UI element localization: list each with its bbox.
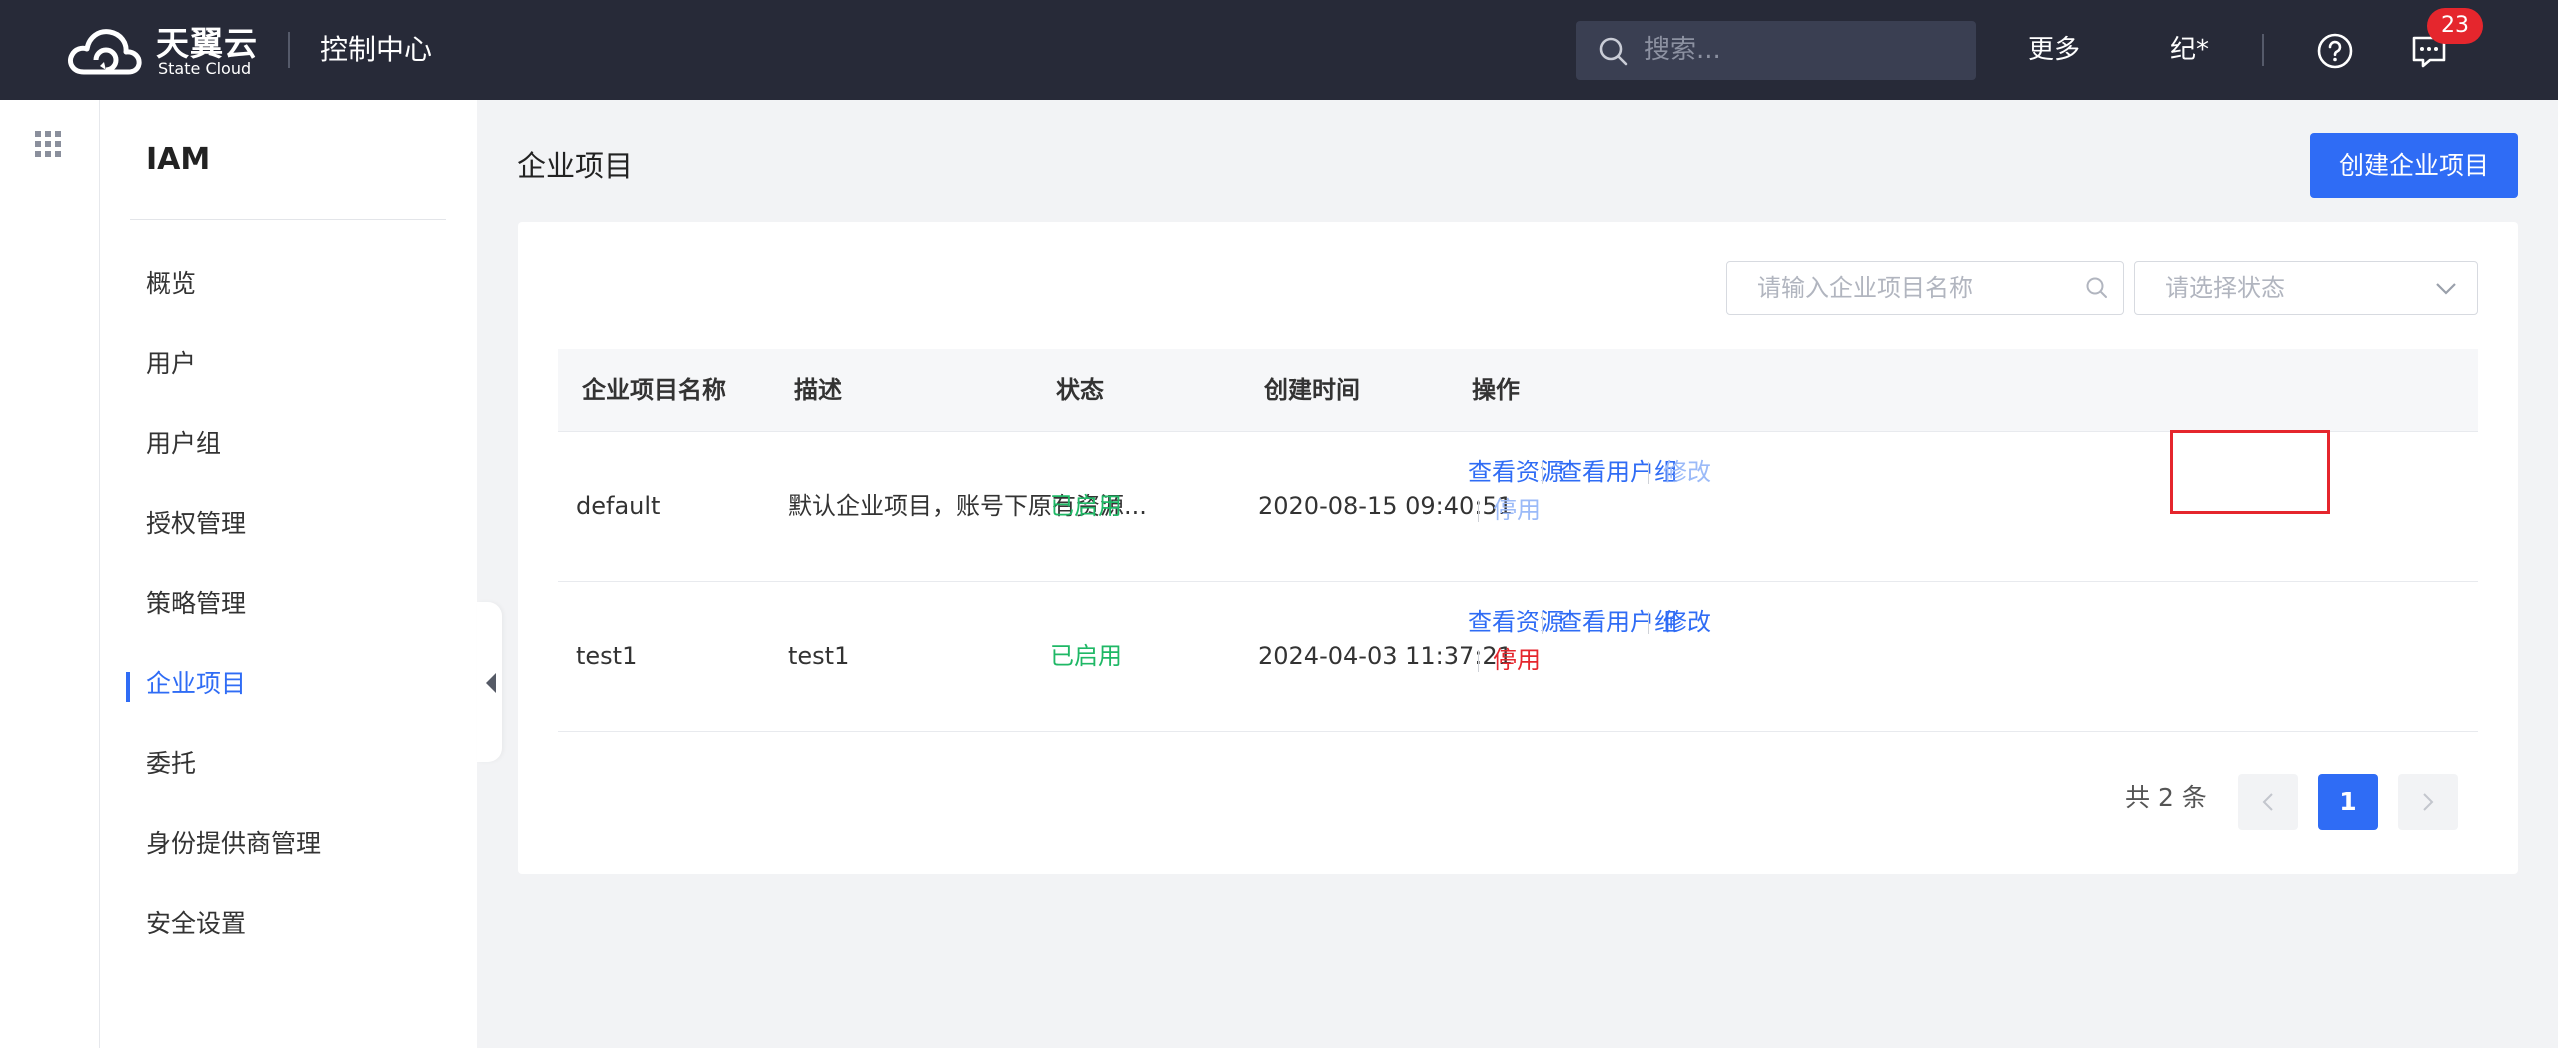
column-header-status: 状态 <box>1056 376 1104 404</box>
search-icon[interactable] <box>2085 276 2109 300</box>
table-row: default 默认企业项目，账号下原有资源... 已启用 2020-08-15… <box>558 432 2478 582</box>
sidebar-item-delegation[interactable]: 委托 <box>146 746 196 782</box>
console-title[interactable]: 控制中心 <box>320 30 432 70</box>
project-created-time: 2020-08-15 09:40:51 <box>1258 492 1513 520</box>
sidebar-item-identity-providers[interactable]: 身份提供商管理 <box>146 826 321 862</box>
status-filter-placeholder: 请选择状态 <box>2165 274 2285 302</box>
disable-link[interactable]: 停用 <box>1493 492 1541 528</box>
chevron-down-icon <box>2436 283 2456 295</box>
view-resources-link[interactable]: 查看资源 <box>1468 604 1564 640</box>
sidebar-item-users[interactable]: 用户 <box>146 346 196 382</box>
product-rail <box>0 100 100 1048</box>
enterprise-project-card: 请输入企业项目名称 请选择状态 企业项目名称 描述 状态 创建时间 操作 def… <box>518 222 2518 874</box>
column-header-actions: 操作 <box>1472 376 1520 404</box>
iam-sidebar: IAM 概览 用户 用户组 授权管理 策略管理 企业项目 委托 身份提供商管理 … <box>100 100 477 1048</box>
chevron-right-icon <box>2423 793 2434 811</box>
cloud-logo-icon[interactable] <box>66 24 156 80</box>
apps-grid-icon[interactable] <box>34 130 62 158</box>
pagination-total: 共 2 条 <box>2125 783 2207 812</box>
pagination-prev-button[interactable] <box>2238 774 2298 830</box>
column-header-description: 描述 <box>794 376 842 404</box>
project-name: default <box>576 492 661 520</box>
more-menu-button[interactable]: 更多 <box>2028 30 2080 70</box>
brand-english-name: State Cloud <box>158 59 252 78</box>
action-separator <box>1648 612 1649 634</box>
sidebar-divider <box>130 219 446 220</box>
project-name: test1 <box>576 642 638 670</box>
column-header-created-time: 创建时间 <box>1264 376 1360 404</box>
sidebar-item-authorization[interactable]: 授权管理 <box>146 506 246 542</box>
user-account-menu[interactable]: 纪* <box>2170 30 2209 70</box>
create-enterprise-project-button[interactable]: 创建企业项目 <box>2310 133 2518 198</box>
edit-link[interactable]: 修改 <box>1663 604 1711 640</box>
sidebar-active-indicator <box>126 672 130 702</box>
action-separator <box>1478 500 1479 522</box>
project-created-time: 2024-04-03 11:37:21 <box>1258 642 1513 670</box>
view-resources-link[interactable]: 查看资源 <box>1468 454 1564 490</box>
edit-link[interactable]: 修改 <box>1663 454 1711 490</box>
chevron-left-icon <box>2262 793 2273 811</box>
project-name-placeholder: 请输入企业项目名称 <box>1757 274 1973 302</box>
header-divider <box>288 32 290 68</box>
view-user-groups-link[interactable]: 查看用户组 <box>1558 604 1678 640</box>
project-name-search-input[interactable]: 请输入企业项目名称 <box>1726 261 2124 315</box>
pagination-page-button[interactable]: 1 <box>2318 774 2378 830</box>
table-header: 企业项目名称 描述 状态 创建时间 操作 <box>558 349 2478 432</box>
global-search-input[interactable]: 搜索... <box>1576 21 1976 80</box>
sidebar-item-enterprise-projects[interactable]: 企业项目 <box>146 666 246 702</box>
page-title: 企业项目 <box>517 149 634 183</box>
project-status: 已启用 <box>1050 642 1122 670</box>
header-divider <box>2262 34 2264 66</box>
search-placeholder: 搜索... <box>1644 35 1721 65</box>
help-icon[interactable] <box>2316 32 2354 70</box>
sidebar-item-security-settings[interactable]: 安全设置 <box>146 906 246 942</box>
sidebar-title: IAM <box>146 142 211 177</box>
view-user-groups-link[interactable]: 查看用户组 <box>1558 454 1678 490</box>
disable-link[interactable]: 停用 <box>1493 642 1541 678</box>
sidebar-item-user-groups[interactable]: 用户组 <box>146 426 221 462</box>
column-header-name: 企业项目名称 <box>582 376 726 404</box>
top-navigation-bar: 天翼云 State Cloud 控制中心 搜索... 更多 纪* 23 <box>0 0 2558 100</box>
action-separator <box>1478 650 1479 672</box>
brand-name: 天翼云 <box>156 24 258 63</box>
action-separator <box>1648 462 1649 484</box>
project-description: test1 <box>788 642 850 670</box>
table-row: test1 test1 已启用 2024-04-03 11:37:21 查看资源… <box>558 582 2478 732</box>
status-filter-select[interactable]: 请选择状态 <box>2134 261 2478 315</box>
pagination-next-button[interactable] <box>2398 774 2458 830</box>
sidebar-collapse-toggle[interactable] <box>477 602 502 762</box>
collapse-left-icon <box>486 673 496 693</box>
sidebar-item-policies[interactable]: 策略管理 <box>146 586 246 622</box>
project-status: 已启用 <box>1050 492 1122 520</box>
action-separator <box>1542 462 1543 484</box>
action-separator <box>1542 612 1543 634</box>
search-icon <box>1599 37 1628 66</box>
sidebar-item-overview[interactable]: 概览 <box>146 266 196 302</box>
message-count-badge: 23 <box>2427 8 2483 44</box>
